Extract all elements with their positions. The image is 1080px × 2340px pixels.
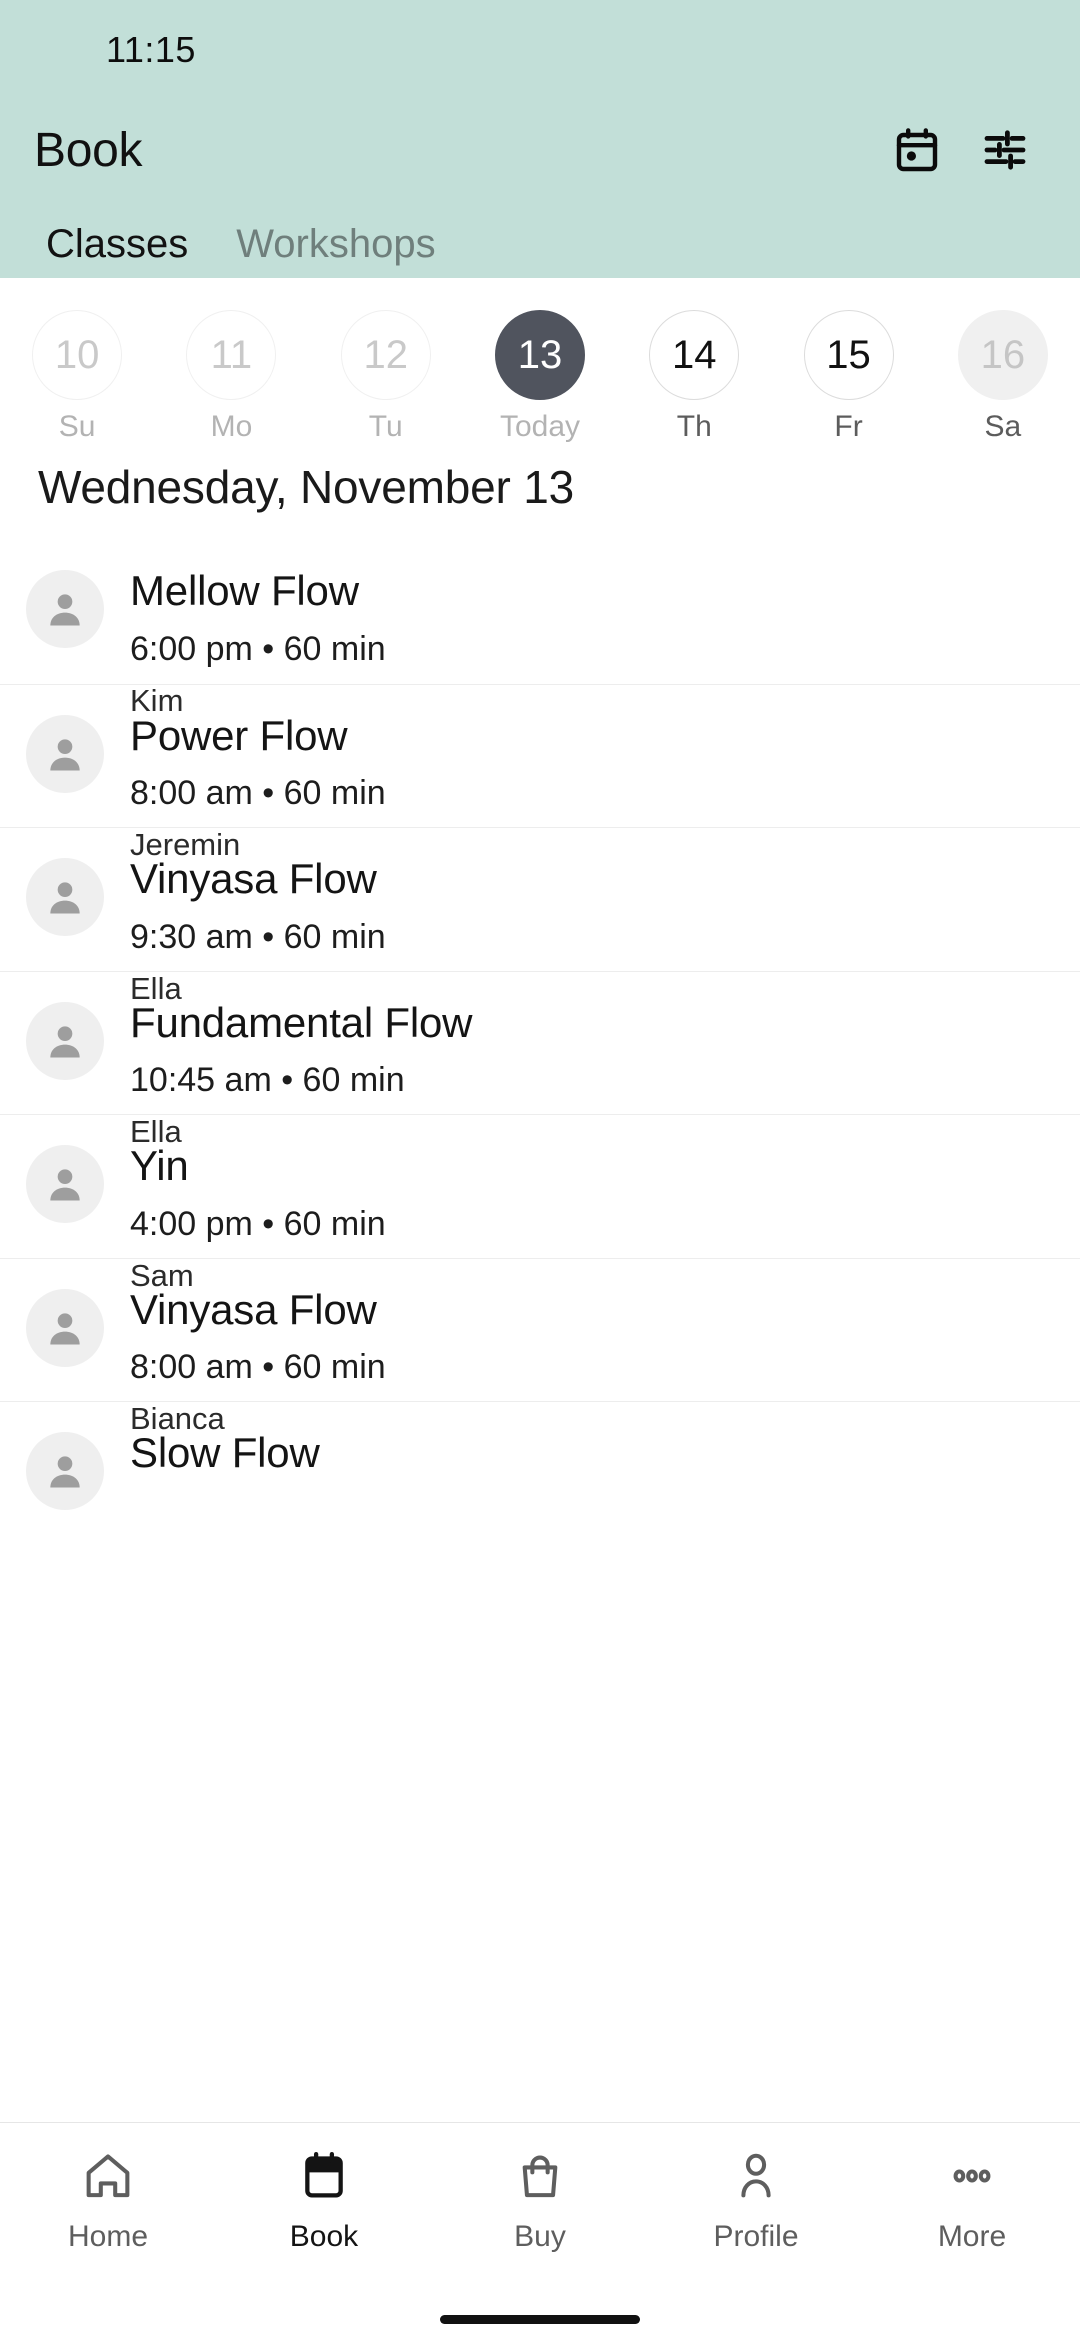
date-circle[interactable]: 11 <box>186 310 277 400</box>
tab-bar: Classes Workshops <box>0 200 1080 278</box>
calendar-icon <box>297 2149 351 2208</box>
avatar <box>26 1001 104 1080</box>
class-title: Power Flow <box>130 711 348 759</box>
page-title: Book <box>34 123 143 177</box>
bottom-navigation-bar: Home Book Buy Profile More <box>0 2122 1080 2340</box>
class-time-duration: 9:30 am • 60 min <box>130 917 386 956</box>
date-circle[interactable]: 12 <box>340 310 431 400</box>
class-time-duration: 6:00 pm • 60 min <box>130 629 386 668</box>
date-cell-12[interactable]: 12 Tu <box>309 310 463 444</box>
nav-label: More <box>937 2220 1007 2253</box>
nav-item-home[interactable]: Home <box>0 2123 216 2298</box>
class-info: Vinyasa Flow 8:00 am • 60 min Bianca <box>130 1285 386 1438</box>
date-circle[interactable]: 10 <box>32 310 123 400</box>
class-info: Yin 4:00 pm • 60 min Sam <box>130 1141 386 1294</box>
status-bar-time: 11:15 <box>106 29 196 70</box>
nav-item-book[interactable]: Book <box>216 2123 432 2298</box>
nav-label: Book <box>289 2220 359 2253</box>
date-cell-13-today[interactable]: 13 Today <box>463 310 617 444</box>
class-title: Vinyasa Flow <box>130 855 377 902</box>
status-bar: 11:15 <box>0 0 1080 100</box>
date-weekday-label: Sa <box>984 410 1022 443</box>
date-weekday-label: Fr <box>834 410 863 443</box>
nav-label: Buy <box>514 2220 566 2253</box>
class-title: Vinyasa Flow <box>130 1285 377 1333</box>
tab-classes[interactable]: Classes <box>22 224 212 278</box>
date-weekday-label: Mo <box>210 410 253 443</box>
class-info: Slow Flow <box>130 1428 320 1478</box>
date-weekday-label: Su <box>58 410 96 443</box>
avatar <box>26 714 104 793</box>
class-info: Mellow Flow 6:00 pm • 60 min Kim <box>130 566 386 719</box>
class-title: Yin <box>130 1142 189 1189</box>
ellipsis-icon <box>945 2149 999 2208</box>
class-list-item[interactable]: Mellow Flow 6:00 pm • 60 min Kim <box>0 540 1080 718</box>
class-info: Power Flow 8:00 am • 60 min Jeremin <box>130 711 386 864</box>
nav-item-profile[interactable]: Profile <box>648 2123 864 2298</box>
person-icon <box>729 2149 783 2208</box>
date-circle[interactable]: 16 <box>957 310 1048 400</box>
nav-item-buy[interactable]: Buy <box>432 2123 648 2298</box>
date-cell-11[interactable]: 11 Mo <box>154 310 308 444</box>
date-weekday-label: Today <box>499 410 581 443</box>
class-time-duration: 8:00 am • 60 min <box>130 774 386 813</box>
app-bar: Book <box>0 100 1080 200</box>
date-circle-selected[interactable]: 13 <box>494 310 585 400</box>
date-cell-16[interactable]: 16 Sa <box>926 310 1080 444</box>
date-cell-15[interactable]: 15 Fr <box>771 310 925 444</box>
selected-date-heading: Wednesday, November 13 <box>38 461 574 513</box>
home-icon <box>81 2149 135 2208</box>
calendar-icon[interactable] <box>886 119 948 181</box>
nav-label: Home <box>67 2220 149 2253</box>
class-title: Mellow Flow <box>130 567 359 614</box>
date-weekday-label: Tu <box>368 410 403 443</box>
app-header: 11:15 Book Classes Workshops <box>0 0 1080 278</box>
avatar <box>26 1145 104 1223</box>
date-circle[interactable]: 14 <box>649 310 740 400</box>
tab-workshops[interactable]: Workshops <box>212 224 459 278</box>
bag-icon <box>513 2149 567 2208</box>
home-indicator <box>0 2298 1080 2340</box>
class-time-duration: 4:00 pm • 60 min <box>130 1204 386 1243</box>
bottom-nav-items: Home Book Buy Profile More <box>0 2123 1080 2298</box>
app-bar-actions <box>886 119 1036 181</box>
date-circle[interactable]: 15 <box>803 310 894 400</box>
date-selector-strip[interactable]: 10 Su 11 Mo 12 Tu 13 Today 14 Th 15 Fr 1… <box>0 278 1080 443</box>
filter-icon[interactable] <box>974 119 1036 181</box>
date-weekday-label: Th <box>676 410 712 443</box>
avatar <box>26 1432 104 1510</box>
class-time-duration: 8:00 am • 60 min <box>130 1348 386 1387</box>
avatar <box>26 570 104 648</box>
nav-label: Profile <box>713 2220 799 2253</box>
home-indicator-bar <box>440 2314 640 2324</box>
class-time-duration: 10:45 am • 60 min <box>130 1061 405 1100</box>
class-title: Fundamental Flow <box>130 998 473 1046</box>
class-list[interactable]: Mellow Flow 6:00 pm • 60 min Kim Power F… <box>0 540 1080 1560</box>
class-info: Fundamental Flow 10:45 am • 60 min Ella <box>130 998 472 1151</box>
class-title: Slow Flow <box>130 1429 320 1476</box>
date-cell-10[interactable]: 10 Su <box>0 310 154 444</box>
avatar <box>26 1288 104 1367</box>
class-info: Vinyasa Flow 9:30 am • 60 min Ella <box>130 854 386 1007</box>
nav-item-more[interactable]: More <box>864 2123 1080 2298</box>
date-cell-14[interactable]: 14 Th <box>617 310 771 444</box>
avatar <box>26 858 104 936</box>
